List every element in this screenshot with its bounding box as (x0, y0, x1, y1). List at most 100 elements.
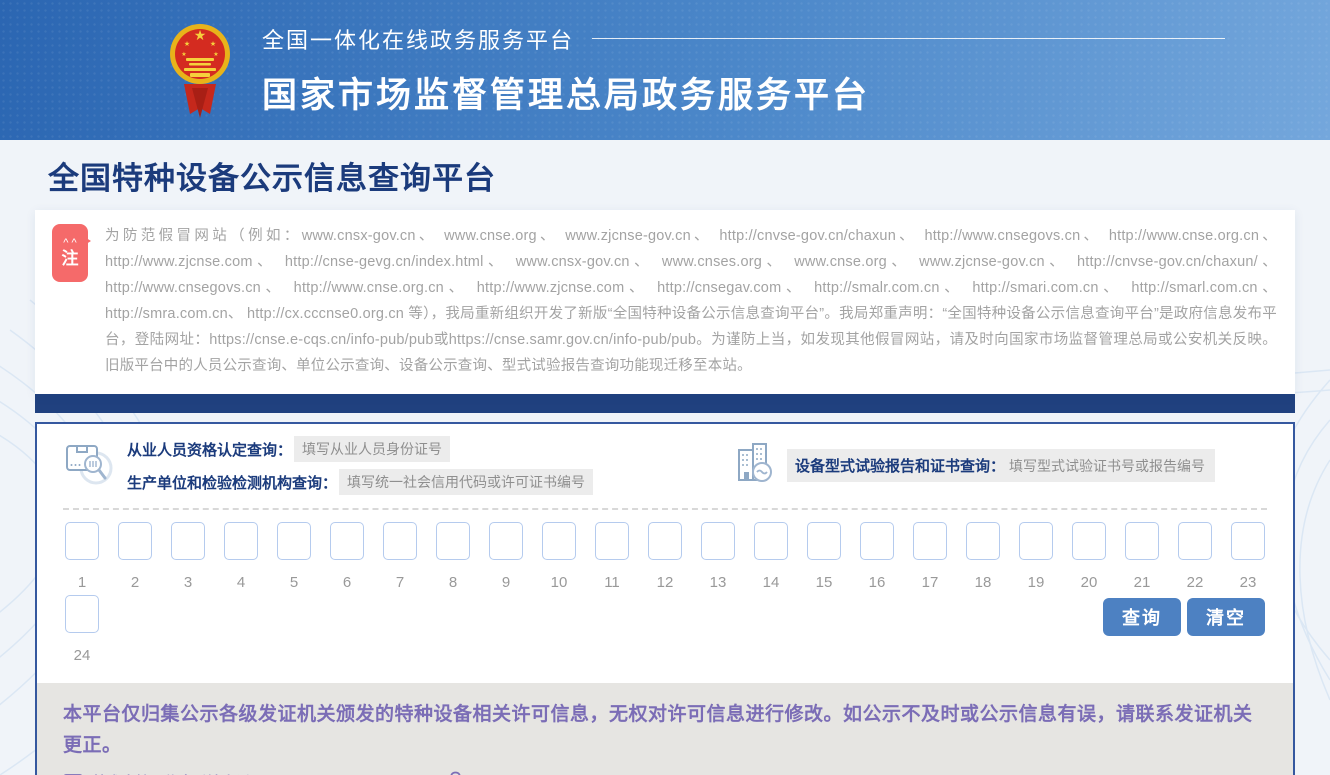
code-char-index: 19 (1028, 574, 1045, 591)
code-char-input-11[interactable] (595, 522, 629, 560)
fax-phone-icon (63, 772, 83, 775)
code-char-input-21[interactable] (1125, 522, 1159, 560)
code-char-index: 7 (396, 574, 404, 591)
code-char-input-9[interactable] (489, 522, 523, 560)
code-char-cell: 3 (171, 522, 205, 591)
code-boxes-row-2: 24 查询 清空 (65, 595, 1265, 664)
code-char-index: 24 (74, 647, 91, 664)
code-char-index: 10 (551, 574, 568, 591)
code-char-input-7[interactable] (383, 522, 417, 560)
code-char-input-16[interactable] (860, 522, 894, 560)
platform-badge-text: 全国一体化在线政务服务平台 (262, 23, 574, 55)
code-char-input-4[interactable] (224, 522, 258, 560)
anti-fake-notice-text: 为防范假冒网站（例如：www.cnsx-gov.cn、 www.cnse.org… (105, 223, 1277, 379)
svg-text:★: ★ (181, 51, 186, 58)
code-char-index: 15 (816, 574, 833, 591)
code-char-index: 22 (1187, 574, 1204, 591)
contact-row: 技术支持及信息反馈电话：13520107371 QQ：1096856177 (63, 771, 1267, 775)
code-char-index: 11 (604, 574, 620, 591)
site-title: 国家市场监督管理总局政务服务平台 (262, 67, 1330, 118)
code-char-cell: 15 (807, 522, 841, 591)
code-char-cell: 21 (1125, 522, 1159, 591)
person-search-icon (63, 438, 115, 493)
code-char-cell: 13 (701, 522, 735, 591)
code-char-input-14[interactable] (754, 522, 788, 560)
navy-divider-bar (35, 394, 1295, 413)
code-char-input-3[interactable] (171, 522, 205, 560)
note-face-glyph: ^ ^ (63, 238, 76, 249)
personnel-query-hint: 填写从业人员身份证号 (294, 436, 450, 462)
code-char-input-23[interactable] (1231, 522, 1265, 560)
disclaimer-text: 本平台仅归集公示各级发证机关颁发的特种设备相关许可信息，无权对许可信息进行修改。… (63, 699, 1267, 761)
code-char-cell: 18 (966, 522, 1000, 591)
code-char-cell: 10 (542, 522, 576, 591)
code-char-cell: 22 (1178, 522, 1212, 591)
code-char-cell: 9 (489, 522, 523, 591)
code-char-input-19[interactable] (1019, 522, 1053, 560)
search-button[interactable]: 查询 (1103, 598, 1181, 636)
code-char-cell: 12 (648, 522, 682, 591)
anti-fake-notice-card: ^ ^ 注 为防范假冒网站（例如：www.cnsx-gov.cn、 www.cn… (35, 210, 1295, 394)
code-char-input-20[interactable] (1072, 522, 1106, 560)
clear-button[interactable]: 清空 (1187, 598, 1265, 636)
code-char-index: 20 (1081, 574, 1098, 591)
code-char-cell: 17 (913, 522, 947, 591)
note-character: 注 (62, 249, 79, 269)
code-char-cell: 11 (595, 522, 629, 591)
code-char-index: 21 (1134, 574, 1151, 591)
national-emblem-icon: ★ ★ ★ ★ ★ (170, 18, 230, 122)
code-char-cell: 4 (224, 522, 258, 591)
equipment-query-label: 设备型式试验报告和证书查询： (795, 455, 1005, 476)
badge-divider-line (592, 38, 1225, 39)
code-char-input-2[interactable] (118, 522, 152, 560)
code-char-index: 14 (763, 574, 780, 591)
code-char-cell: 14 (754, 522, 788, 591)
unit-query-label: 生产单位和检验检测机构查询： (127, 472, 337, 493)
equipment-query-hint: 填写型式试验证书号或报告编号 (1009, 456, 1205, 476)
code-char-index: 1 (78, 574, 86, 591)
code-char-index: 3 (184, 574, 192, 591)
code-char-cell: 1 (65, 522, 99, 591)
code-char-input-1[interactable] (65, 522, 99, 560)
code-char-index: 18 (975, 574, 992, 591)
code-char-input-5[interactable] (277, 522, 311, 560)
query-panel: 从业人员资格认定查询： 填写从业人员身份证号 生产单位和检验检测机构查询： 填写… (35, 422, 1295, 775)
code-char-input-18[interactable] (966, 522, 1000, 560)
code-entry-area: 1234567891011121314151617181920212223 24… (37, 510, 1293, 664)
code-char-cell: 16 (860, 522, 894, 591)
page-title: 全国特种设备公示信息查询平台 (48, 153, 1330, 198)
svg-text:★: ★ (213, 51, 218, 58)
code-char-cell: 7 (383, 522, 417, 591)
code-char-index: 6 (343, 574, 351, 591)
code-char-index: 8 (449, 574, 457, 591)
equipment-query-group: 设备型式试验报告和证书查询： 填写型式试验证书号或报告编号 (731, 440, 1215, 491)
code-char-input-17[interactable] (913, 522, 947, 560)
code-char-input-15[interactable] (807, 522, 841, 560)
code-char-input-10[interactable] (542, 522, 576, 560)
action-buttons: 查询 清空 (1103, 598, 1265, 636)
code-char-input-22[interactable] (1178, 522, 1212, 560)
code-char-input-13[interactable] (701, 522, 735, 560)
site-header: ★ ★ ★ ★ ★ 全国一体化在线政务服务平台 国家市场监督管理总局政务服务平台 (0, 0, 1330, 140)
code-char-cell: 20 (1072, 522, 1106, 591)
code-char-cell: 8 (436, 522, 470, 591)
code-char-index: 4 (237, 574, 245, 591)
svg-text:★: ★ (184, 40, 190, 48)
code-char-index: 13 (710, 574, 727, 591)
panel-footer: 本平台仅归集公示各级发证机关颁发的特种设备相关许可信息，无权对许可信息进行修改。… (37, 683, 1293, 775)
code-boxes-row-1: 1234567891011121314151617181920212223 (65, 522, 1265, 591)
code-char-index: 12 (657, 574, 674, 591)
code-char-index: 17 (922, 574, 939, 591)
note-bubble-icon: ^ ^ 注 (52, 224, 88, 282)
code-char-index: 9 (502, 574, 510, 591)
code-char-cell: 19 (1019, 522, 1053, 591)
code-char-input-6[interactable] (330, 522, 364, 560)
code-char-input-24[interactable] (65, 595, 99, 633)
code-char-cell: 23 (1231, 522, 1265, 591)
personnel-query-group: 从业人员资格认定查询： 填写从业人员身份证号 生产单位和检验检测机构查询： 填写… (63, 436, 593, 495)
code-char-input-12[interactable] (648, 522, 682, 560)
qq-penguin-icon (446, 771, 465, 775)
code-char-cell: 24 (65, 595, 99, 664)
code-char-cell: 2 (118, 522, 152, 591)
code-char-input-8[interactable] (436, 522, 470, 560)
